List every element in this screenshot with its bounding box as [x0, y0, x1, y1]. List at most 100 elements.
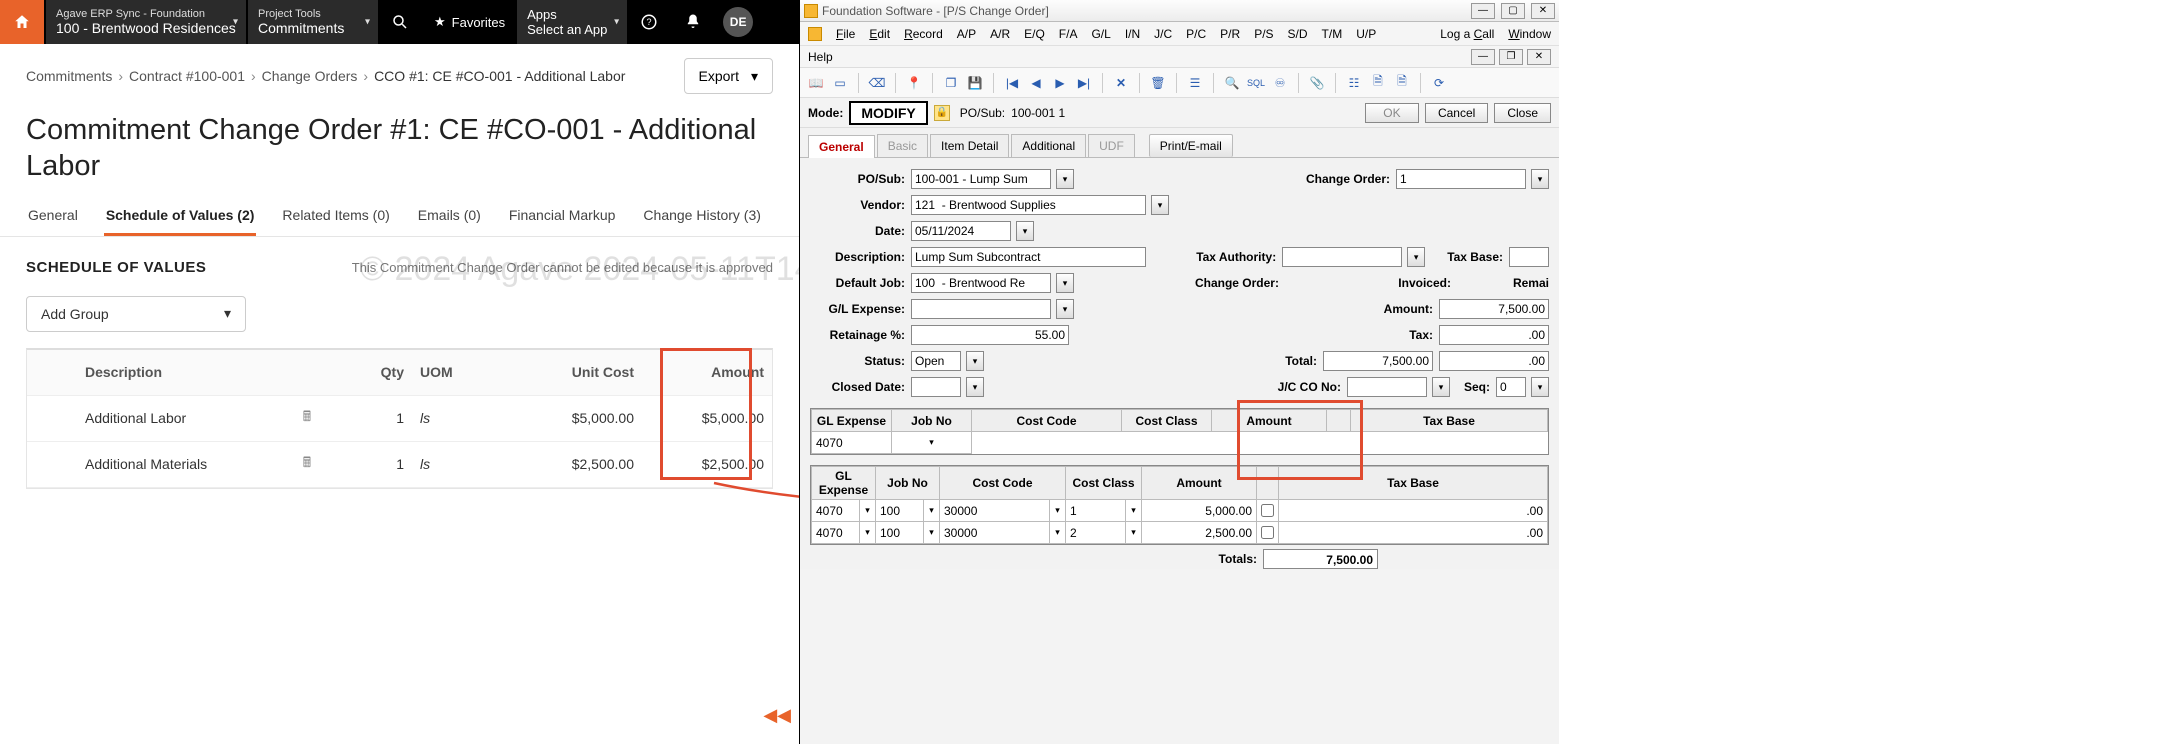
cell-job[interactable]: 100 [876, 500, 924, 522]
menu-item[interactable]: Edit [869, 27, 890, 41]
dropdown-caret-icon[interactable]: ▾ [892, 432, 972, 454]
cell-class[interactable]: 1 [1066, 500, 1126, 522]
menu-item[interactable]: F/A [1059, 27, 1078, 41]
home-button[interactable] [0, 0, 44, 44]
dropdown-caret-icon[interactable]: ▾ [1056, 169, 1074, 189]
cell-check[interactable] [1257, 522, 1279, 544]
status-input[interactable] [911, 351, 961, 371]
tax-authority-input[interactable] [1282, 247, 1402, 267]
menu-item[interactable]: A/P [957, 27, 976, 41]
dropdown-caret-icon[interactable]: ▾ [966, 377, 984, 397]
tab-history[interactable]: Change History (3) [641, 207, 763, 236]
vendor-input[interactable] [911, 195, 1146, 215]
prev-icon[interactable]: ◀ [1026, 73, 1046, 93]
cell-gl[interactable]: 4070 [812, 522, 860, 544]
cell-gl[interactable]: 4070 [812, 500, 860, 522]
ftab-udf[interactable]: UDF [1088, 134, 1135, 157]
seq-input[interactable] [1496, 377, 1526, 397]
mdi-close-button[interactable]: ✕ [1527, 49, 1551, 65]
crumb-link[interactable]: Change Orders [262, 68, 358, 84]
page-icon[interactable]: ▭ [830, 73, 850, 93]
cell-code[interactable]: 30000 [940, 522, 1050, 544]
dropdown-caret-icon[interactable]: ▾ [924, 522, 940, 544]
note2-icon[interactable]: 🗎 [1392, 73, 1412, 93]
date-input[interactable] [911, 221, 1011, 241]
grid-row[interactable]: 4070▾ 100▾ 30000▾ 2▾ 2,500.00 .00 [812, 522, 1548, 544]
dropdown-caret-icon[interactable]: ▾ [1050, 500, 1066, 522]
cell-code[interactable]: 30000 [940, 500, 1050, 522]
tax-input[interactable] [1439, 325, 1549, 345]
tab-related[interactable]: Related Items (0) [280, 207, 391, 236]
dropdown-caret-icon[interactable]: ▾ [1126, 522, 1142, 544]
menu-item[interactable]: A/R [990, 27, 1010, 41]
save-icon[interactable]: 💾 [965, 73, 985, 93]
minimize-button[interactable]: — [1471, 3, 1495, 19]
refresh-icon[interactable]: ⟳ [1429, 73, 1449, 93]
copy-icon[interactable]: ❐ [941, 73, 961, 93]
cancel-button[interactable]: Cancel [1425, 103, 1488, 123]
attach-icon[interactable]: 📎 [1307, 73, 1327, 93]
print-email-button[interactable]: Print/E-mail [1149, 134, 1233, 157]
retainage-input[interactable] [911, 325, 1069, 345]
dropdown-caret-icon[interactable]: ▾ [860, 522, 876, 544]
crumb-link[interactable]: Contract #100-001 [129, 68, 245, 84]
collapse-handle[interactable]: ◀◀ [763, 705, 791, 726]
notifications-button[interactable] [671, 0, 715, 44]
dropdown-caret-icon[interactable]: ▾ [1056, 273, 1074, 293]
menu-item[interactable]: Log a Call [1440, 27, 1494, 41]
link-chain-icon[interactable]: ♾ [1270, 73, 1290, 93]
tools-dropdown[interactable]: Project Tools Commitments ▾ [248, 0, 378, 44]
calculator-icon[interactable]: 🖩 [282, 452, 332, 476]
project-dropdown[interactable]: Agave ERP Sync - Foundation 100 - Brentw… [46, 0, 246, 44]
sql-icon[interactable]: SQL [1246, 73, 1266, 93]
menu-item[interactable]: I/N [1125, 27, 1140, 41]
ok-button[interactable]: OK [1365, 103, 1419, 123]
menu-item[interactable]: J/C [1154, 27, 1172, 41]
mdi-restore-button[interactable]: ❐ [1499, 49, 1523, 65]
tab-general[interactable]: General [26, 207, 80, 236]
dropdown-caret-icon[interactable]: ▾ [1056, 299, 1074, 319]
menu-item[interactable]: G/L [1091, 27, 1110, 41]
cell-check[interactable] [1257, 500, 1279, 522]
dropdown-caret-icon[interactable]: ▾ [1432, 377, 1450, 397]
lock-icon[interactable]: 🔒 [934, 105, 950, 121]
gl-expense-input[interactable] [911, 299, 1051, 319]
dropdown-caret-icon[interactable]: ▾ [1050, 522, 1066, 544]
tab-markup[interactable]: Financial Markup [507, 207, 618, 236]
first-icon[interactable]: |◀ [1002, 73, 1022, 93]
total-input[interactable] [1323, 351, 1433, 371]
mdi-minimize-button[interactable]: — [1471, 49, 1495, 65]
dropdown-caret-icon[interactable]: ▾ [1531, 377, 1549, 397]
cell-job[interactable]: 100 [876, 522, 924, 544]
close-window-button[interactable]: ✕ [1531, 3, 1555, 19]
dropdown-caret-icon[interactable]: ▾ [1407, 247, 1425, 267]
calculator-icon[interactable]: 🖩 [282, 406, 332, 430]
search-icon[interactable]: 🔍 [1222, 73, 1242, 93]
export-button[interactable]: Export ▾ [684, 58, 774, 94]
last-icon[interactable]: ▶| [1074, 73, 1094, 93]
description-input[interactable] [911, 247, 1146, 267]
book-icon[interactable]: 📖 [806, 73, 826, 93]
dropdown-caret-icon[interactable]: ▾ [860, 500, 876, 522]
user-avatar[interactable]: DE [723, 7, 753, 37]
cancel-icon[interactable]: ✕ [1111, 73, 1131, 93]
ftab-additional[interactable]: Additional [1011, 134, 1086, 157]
apps-dropdown[interactable]: Apps Select an App ▾ [517, 0, 627, 44]
search-button[interactable] [378, 0, 422, 44]
dropdown-caret-icon[interactable]: ▾ [966, 351, 984, 371]
list-icon[interactable]: ☰ [1185, 73, 1205, 93]
favorites-button[interactable]: ★ Favorites [422, 14, 517, 30]
checklist-icon[interactable]: ☷ [1344, 73, 1364, 93]
change-order-input[interactable] [1396, 169, 1526, 189]
posub-input[interactable] [911, 169, 1051, 189]
cell-class[interactable]: 2 [1066, 522, 1126, 544]
ftab-general[interactable]: General [808, 135, 875, 158]
maximize-button[interactable]: ▢ [1501, 3, 1525, 19]
menu-item[interactable]: P/S [1254, 27, 1273, 41]
jcco-input[interactable] [1347, 377, 1427, 397]
menu-item[interactable]: U/P [1356, 27, 1376, 41]
row-checkbox[interactable] [1261, 504, 1274, 517]
close-button[interactable]: Close [1494, 103, 1551, 123]
dropdown-caret-icon[interactable]: ▾ [924, 500, 940, 522]
ftab-basic[interactable]: Basic [877, 134, 928, 157]
